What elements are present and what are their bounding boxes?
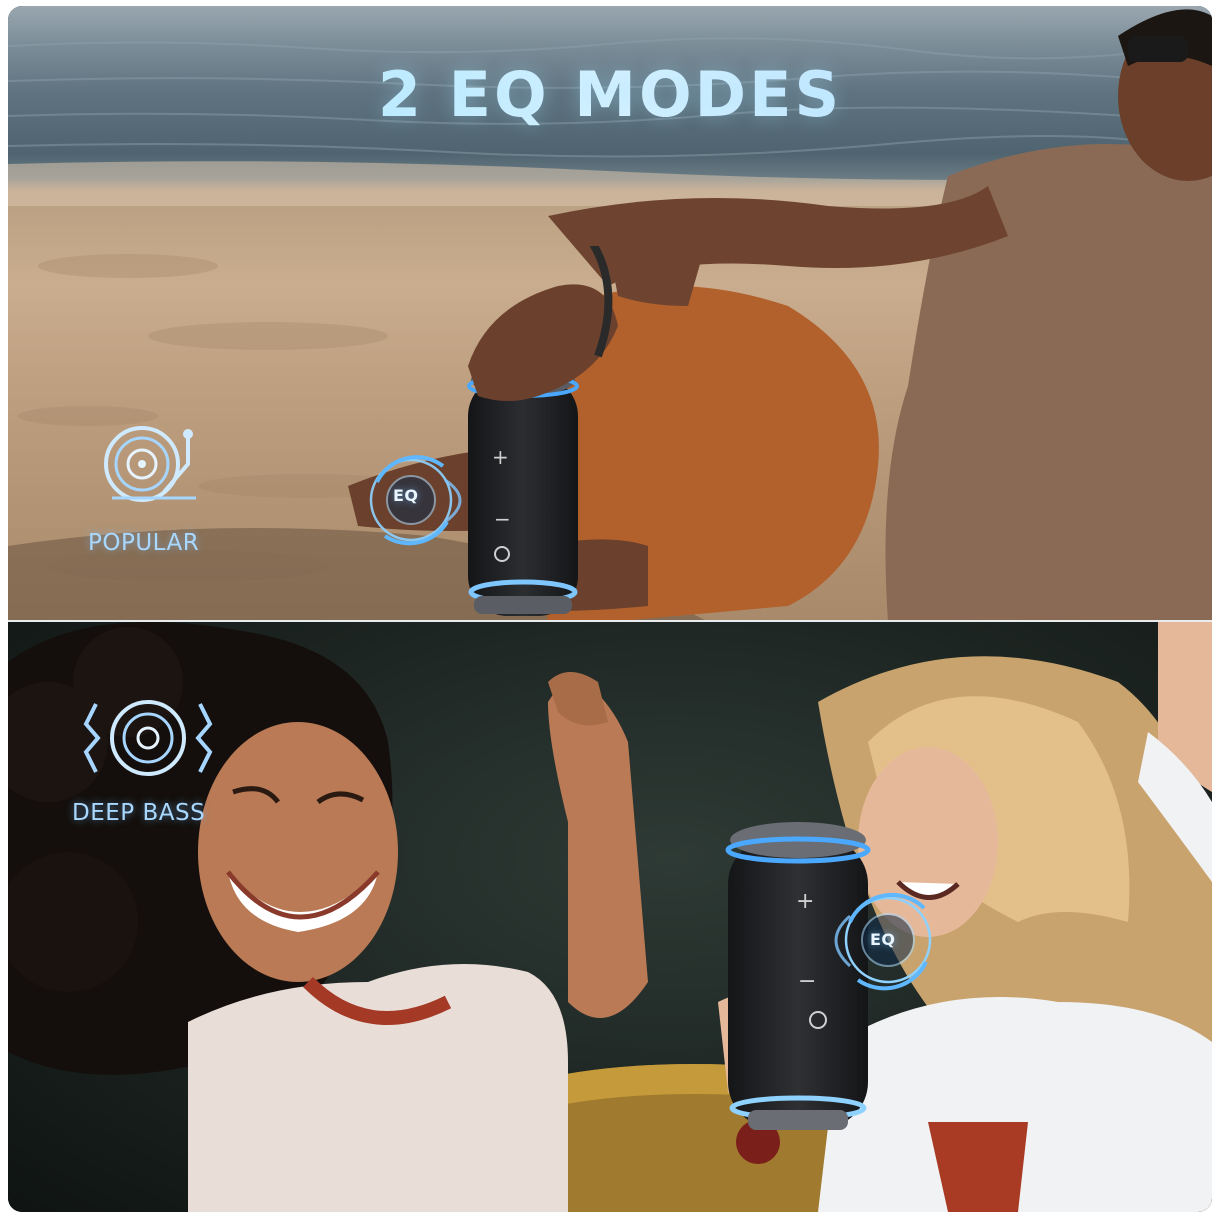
bass-speaker-icon	[83, 700, 213, 776]
speaker-bottom-plus-label: +	[796, 889, 814, 914]
eq-badge-top	[369, 455, 462, 546]
headline-title: 2 EQ MODES	[8, 58, 1212, 131]
beach-scene-panel: + − EQ POPULAR 2 EQ MODES	[8, 6, 1212, 622]
speaker-plus-label: +	[492, 445, 509, 469]
hand-on-speaker	[468, 246, 618, 401]
speaker-minus-label: −	[494, 507, 511, 531]
speaker-bottom-minus-label: −	[798, 969, 816, 994]
eq-badge-bottom-label: EQ	[870, 930, 896, 949]
mode-label-deep-bass: DEEP BASS	[72, 800, 206, 826]
turntable-icon	[104, 426, 196, 502]
mode-label-popular: POPULAR	[88, 530, 200, 556]
product-image-frame: + − EQ POPULAR 2 EQ MODES + − EQ DEEP BA…	[8, 6, 1212, 1212]
eq-badge-top-label: EQ	[393, 486, 419, 505]
party-scene-panel: + − EQ DEEP BASS	[8, 622, 1212, 1212]
